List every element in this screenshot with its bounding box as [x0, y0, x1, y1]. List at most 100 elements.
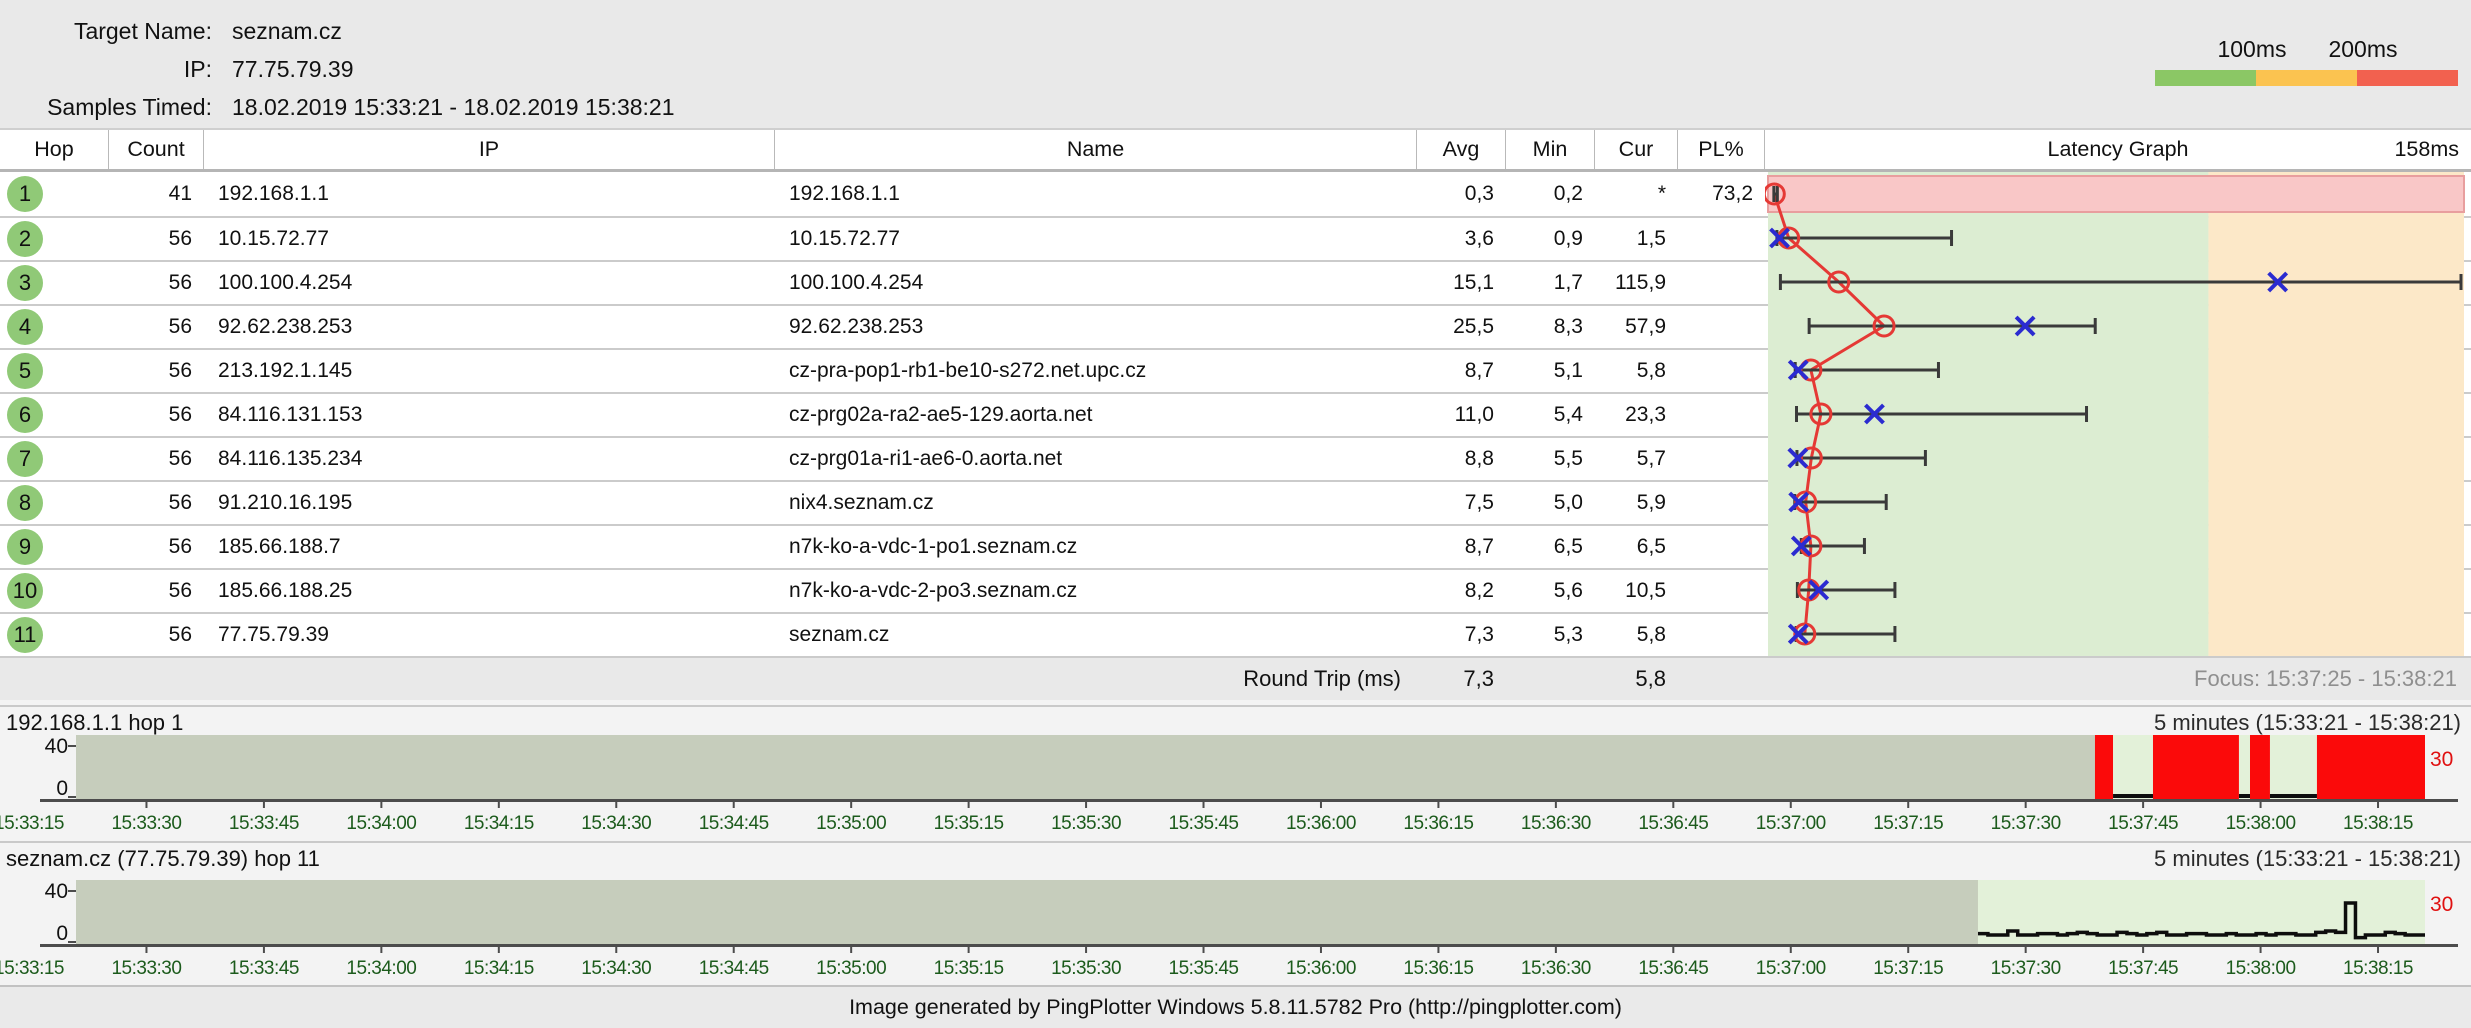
hop-number-badge: 10	[7, 573, 43, 609]
axis-tick-label: 15:35:45	[1169, 958, 1239, 980]
ip-cell: 92.62.238.253	[204, 306, 775, 348]
timeline-hop11-axis-labels: 15:33:1515:33:3015:33:4515:34:0015:34:15…	[0, 958, 2458, 984]
ip-cell: 192.168.1.1	[204, 172, 775, 216]
min-cell: 5,4	[1506, 394, 1595, 436]
name-cell: n7k-ko-a-vdc-2-po3.seznam.cz	[775, 570, 1417, 612]
cur-cell: 1,5	[1595, 218, 1678, 260]
axis-tick-label: 15:35:15	[934, 813, 1004, 835]
hop-cell: 4	[0, 306, 109, 348]
hop-cell: 6	[0, 394, 109, 436]
axis-tick-label: 15:34:00	[346, 958, 416, 980]
name-cell: nix4.seznam.cz	[775, 482, 1417, 524]
avg-cell: 0,3	[1417, 172, 1506, 216]
round-trip-label: Round Trip (ms)	[775, 658, 1417, 700]
column-header-hop[interactable]: Hop	[0, 130, 109, 169]
avg-cell: 25,5	[1417, 306, 1506, 348]
count-cell: 56	[109, 482, 204, 524]
latency-graph-title: Latency Graph	[2047, 137, 2188, 162]
min-cell: 5,1	[1506, 350, 1595, 392]
column-header-name[interactable]: Name	[775, 130, 1417, 169]
timeline-hop1-plot[interactable]	[0, 735, 2471, 809]
latency-graph-plot[interactable]	[1765, 172, 2471, 656]
axis-tick-label: 15:38:15	[2343, 958, 2413, 980]
cur-cell: 6,5	[1595, 526, 1678, 568]
avg-cell: 8,7	[1417, 526, 1506, 568]
hop-number-badge: 11	[7, 617, 43, 653]
pl-cell	[1678, 438, 1765, 480]
column-header-cur[interactable]: Cur	[1595, 130, 1678, 169]
avg-cell: 7,5	[1417, 482, 1506, 524]
cur-cell: 5,8	[1595, 614, 1678, 656]
hop-number-badge: 3	[7, 265, 43, 301]
count-cell: 56	[109, 526, 204, 568]
column-header-min[interactable]: Min	[1506, 130, 1595, 169]
ip-cell: 213.192.1.145	[204, 350, 775, 392]
axis-tick-label: 15:36:15	[1403, 958, 1473, 980]
name-cell: cz-prg02a-ra2-ae5-129.aorta.net	[775, 394, 1417, 436]
axis-tick-label: 15:34:45	[699, 813, 769, 835]
axis-tick-label: 15:37:30	[1991, 958, 2061, 980]
ip-cell: 10.15.72.77	[204, 218, 775, 260]
axis-tick-label: 15:37:00	[1756, 958, 1826, 980]
round-trip-row: Round Trip (ms) 7,3 5,8 Focus: 15:37:25 …	[0, 656, 2471, 700]
cur-cell: 115,9	[1595, 262, 1678, 304]
column-header-ip[interactable]: IP	[204, 130, 775, 169]
column-header-latency-graph[interactable]: Latency Graph 158ms	[1765, 130, 2471, 169]
axis-tick-label: 15:36:30	[1521, 958, 1591, 980]
axis-tick-label: 15:37:30	[1991, 813, 2061, 835]
target-ip-label: IP:	[0, 56, 212, 82]
axis-tick-label: 15:33:15	[0, 958, 64, 980]
min-cell: 5,6	[1506, 570, 1595, 612]
column-header-avg[interactable]: Avg	[1417, 130, 1506, 169]
name-cell: 10.15.72.77	[775, 218, 1417, 260]
axis-tick-label: 15:36:00	[1286, 958, 1356, 980]
summary-min-cell	[1506, 658, 1595, 700]
target-name-value: seznam.cz	[232, 18, 342, 44]
count-cell: 56	[109, 218, 204, 260]
cur-cell: 5,8	[1595, 350, 1678, 392]
hop-cell: 8	[0, 482, 109, 524]
count-cell: 56	[109, 438, 204, 480]
axis-tick-label: 15:35:30	[1051, 958, 1121, 980]
axis-tick-label: 15:37:15	[1873, 813, 1943, 835]
footer-text: Image generated by PingPlotter Windows 5…	[849, 995, 1622, 1020]
timeline-hop11-range-label: 5 minutes (15:33:21 - 15:38:21)	[2154, 846, 2461, 872]
ip-cell: 100.100.4.254	[204, 262, 775, 304]
axis-tick-label: 15:37:45	[2108, 813, 2178, 835]
hop-number-badge: 4	[7, 309, 43, 345]
summary-ip-cell	[204, 658, 775, 700]
min-cell: 0,9	[1506, 218, 1595, 260]
min-cell: 5,3	[1506, 614, 1595, 656]
legend-100ms-label: 100ms	[2217, 36, 2286, 63]
hop-cell: 1	[0, 172, 109, 216]
min-cell: 8,3	[1506, 306, 1595, 348]
axis-tick-label: 15:37:45	[2108, 958, 2178, 980]
hop-cell: 3	[0, 262, 109, 304]
axis-tick-label: 15:37:15	[1873, 958, 1943, 980]
cur-cell: 23,3	[1595, 394, 1678, 436]
ip-cell: 84.116.131.153	[204, 394, 775, 436]
target-ip-row: IP: 77.75.79.39	[0, 56, 354, 82]
round-trip-cur: 5,8	[1595, 658, 1678, 700]
generated-by-footer: Image generated by PingPlotter Windows 5…	[0, 985, 2471, 1028]
ip-cell: 91.210.16.195	[204, 482, 775, 524]
cur-cell: 57,9	[1595, 306, 1678, 348]
ip-cell: 185.66.188.7	[204, 526, 775, 568]
name-cell: n7k-ko-a-vdc-1-po1.seznam.cz	[775, 526, 1417, 568]
column-header-pl[interactable]: PL%	[1678, 130, 1765, 169]
cur-cell: 5,7	[1595, 438, 1678, 480]
hop-cell: 5	[0, 350, 109, 392]
ip-cell: 84.116.135.234	[204, 438, 775, 480]
legend-gradient-bar	[2155, 70, 2458, 86]
column-header-count[interactable]: Count	[109, 130, 204, 169]
samples-timed-row: Samples Timed: 18.02.2019 15:33:21 - 18.…	[0, 94, 675, 120]
axis-tick-label: 15:35:00	[816, 813, 886, 835]
pl-cell	[1678, 350, 1765, 392]
timeline-hop11-plot[interactable]	[0, 880, 2471, 954]
table-header-row: Hop Count IP Name Avg Min Cur PL% Latenc…	[0, 130, 2471, 172]
ip-cell: 185.66.188.25	[204, 570, 775, 612]
axis-tick-label: 15:34:45	[699, 958, 769, 980]
avg-cell: 11,0	[1417, 394, 1506, 436]
samples-timed-label: Samples Timed:	[0, 94, 212, 120]
axis-tick-label: 15:37:00	[1756, 813, 1826, 835]
